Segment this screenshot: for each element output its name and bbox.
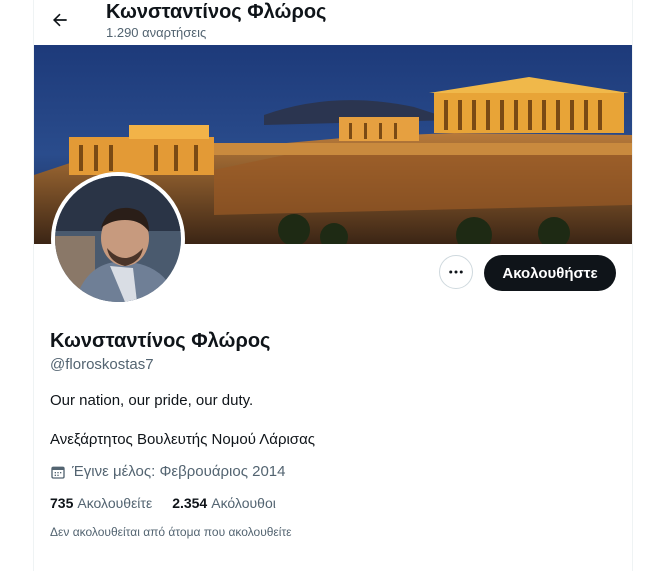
posts-count: 1.290 αναρτήσεις [106, 25, 207, 40]
followers-count: 2.354 [172, 495, 208, 511]
profile-avatar[interactable] [51, 172, 185, 306]
following-count: 735 [50, 495, 74, 511]
followers-link[interactable]: 2.354 Ακόλουθοι [172, 495, 276, 511]
more-button[interactable] [439, 255, 473, 289]
follow-button[interactable]: Ακολουθήστε [484, 255, 616, 291]
avatar-image [55, 176, 181, 302]
profile-description: Ανεξάρτητος Βουλευτής Νομού Λάρισας [50, 431, 315, 448]
page-title: Κωνσταντίνος Φλώρος [106, 1, 327, 23]
profile-bio: Our nation, our pride, our duty. [50, 392, 254, 409]
follow-stats: 735 Ακολουθείτε 2.354 Ακόλουθοι [50, 495, 276, 511]
followed-by-note: Δεν ακολουθείται από άτομα που ακολουθεί… [50, 525, 292, 539]
profile-handle: @floroskostas7 [50, 356, 154, 373]
join-date: Έγινε μέλος: Φεβρουάριος 2014 [50, 463, 285, 480]
calendar-icon [51, 466, 65, 479]
top-bar: Κωνσταντίνος Φλώρος 1.290 αναρτήσεις [34, 0, 632, 45]
profile-name: Κωνσταντίνος Φλώρος [50, 330, 271, 352]
arrow-left-icon [53, 13, 67, 27]
back-button[interactable] [44, 4, 76, 36]
join-date-text: Έγινε μέλος: Φεβρουάριος 2014 [72, 463, 286, 480]
profile-column: Κωνσταντίνος Φλώρος 1.290 αναρτήσεις Ακο… [33, 0, 633, 571]
following-label: Ακολουθείτε [77, 495, 153, 511]
more-dots-icon [449, 270, 463, 274]
following-link[interactable]: 735 Ακολουθείτε [50, 495, 152, 511]
followers-label: Ακόλουθοι [211, 495, 276, 511]
